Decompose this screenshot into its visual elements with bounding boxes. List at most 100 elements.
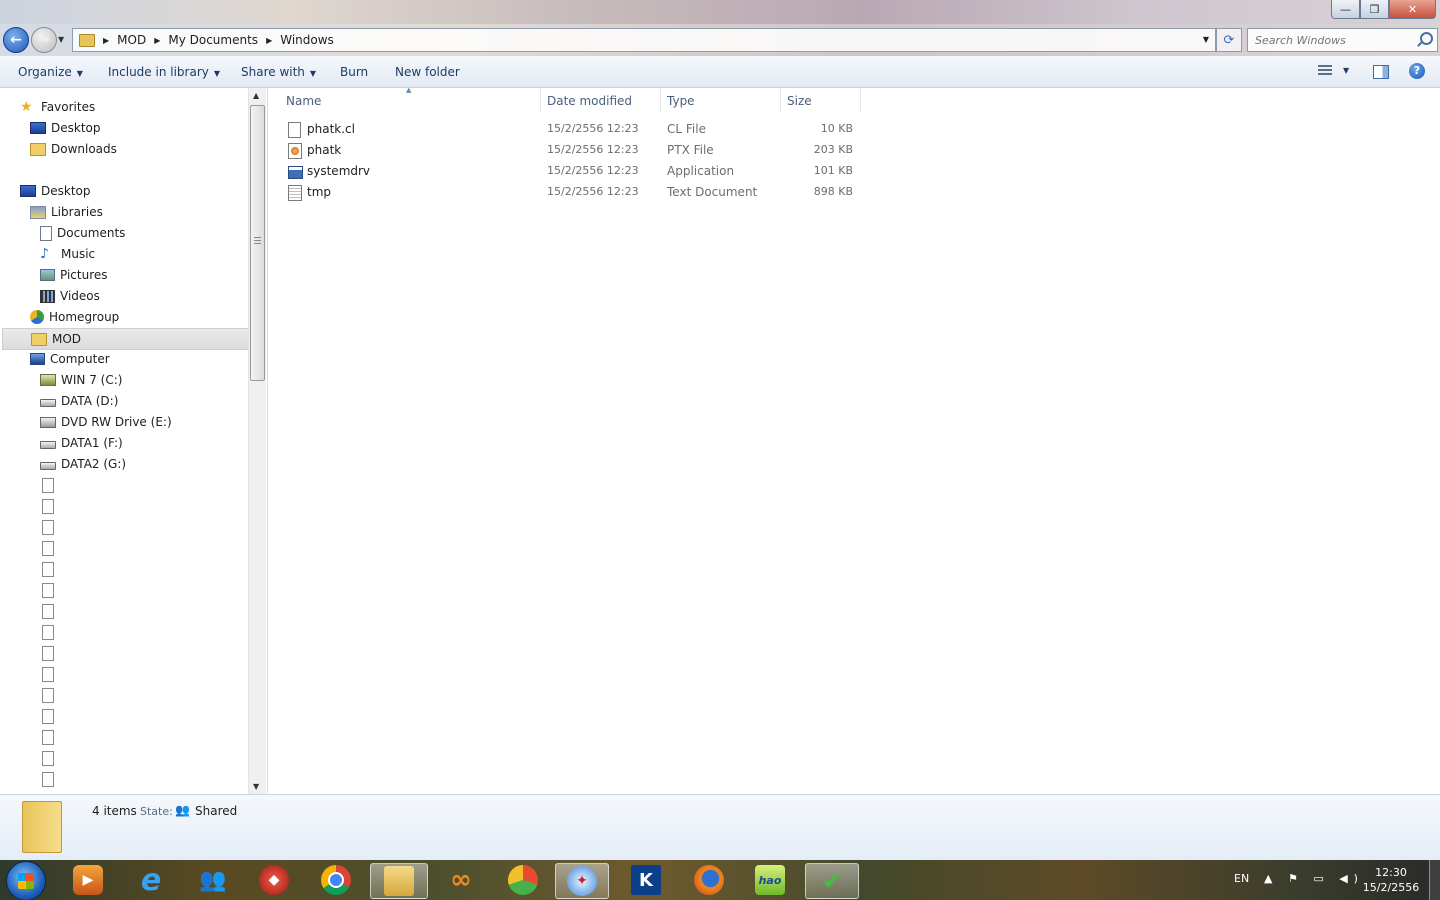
share-with-button[interactable]: Share with ▼: [241, 65, 316, 79]
maximize-button[interactable]: ❐: [1360, 0, 1389, 19]
file-row[interactable]: phatk.cl 15/2/2556 12:23 CL File 10 KB: [268, 119, 868, 140]
clock[interactable]: 12:30 15/2/2556: [1360, 865, 1422, 895]
view-options-dropdown[interactable]: ▼: [1343, 66, 1349, 75]
file-row[interactable]: phatk 15/2/2556 12:23 PTX File 203 KB: [268, 140, 868, 161]
file-size: 898 KB: [813, 185, 853, 198]
column-type[interactable]: Type: [667, 94, 695, 108]
nav-homegroup[interactable]: Homegroup: [30, 307, 119, 327]
taskbar-app-safari[interactable]: ✦: [555, 863, 609, 899]
blank-file-icon[interactable]: [42, 499, 54, 514]
column-name[interactable]: Name: [286, 94, 321, 108]
file-date: 15/2/2556 12:23: [547, 164, 639, 177]
start-button[interactable]: [6, 861, 46, 900]
column-divider[interactable]: [540, 88, 541, 112]
column-divider[interactable]: [660, 88, 661, 112]
taskbar-app-explorer[interactable]: [370, 863, 428, 899]
nav-desktop[interactable]: Desktop: [20, 181, 91, 201]
minimize-button[interactable]: —: [1331, 0, 1360, 19]
nav-downloads[interactable]: Downloads: [30, 139, 117, 159]
scroll-up-icon[interactable]: ▲: [253, 91, 259, 100]
breadcrumb-separator[interactable]: ▶: [154, 36, 160, 45]
blank-file-icon[interactable]: [42, 688, 54, 703]
language-indicator[interactable]: EN: [1234, 872, 1249, 885]
search-input[interactable]: [1248, 29, 1417, 51]
blank-file-icon[interactable]: [42, 667, 54, 682]
file-row[interactable]: systemdrv 15/2/2556 12:23 Application 10…: [268, 161, 868, 182]
taskbar-app-firefox[interactable]: [683, 863, 735, 897]
taskbar-app-checkmark[interactable]: ✔: [805, 863, 859, 899]
nav-drive-c[interactable]: WIN 7 (C:): [40, 370, 122, 390]
blank-file-icon[interactable]: [42, 604, 54, 619]
taskbar-app-green-ring[interactable]: [497, 863, 549, 897]
taskbar-app-orange[interactable]: ∞: [435, 863, 487, 897]
recent-pages-dropdown[interactable]: ▼: [58, 35, 64, 44]
file-row[interactable]: tmp 15/2/2556 12:23 Text Document 898 KB: [268, 182, 868, 203]
taskbar-app-red[interactable]: ◆: [248, 863, 300, 897]
show-desktop-button[interactable]: [1429, 860, 1440, 900]
taskbar-app-chrome[interactable]: [310, 863, 362, 897]
breadcrumb-separator[interactable]: ▶: [266, 36, 272, 45]
blank-file-icon[interactable]: [42, 478, 54, 493]
nav-documents[interactable]: Documents: [40, 223, 125, 243]
column-divider[interactable]: [780, 88, 781, 112]
homegroup-icon: [30, 310, 44, 324]
blank-file-icon[interactable]: [42, 772, 54, 787]
column-divider[interactable]: [860, 88, 861, 112]
preview-pane-icon[interactable]: [1373, 65, 1389, 79]
blank-file-icon[interactable]: [42, 583, 54, 598]
nav-drive-d[interactable]: DATA (D:): [40, 391, 118, 411]
taskbar-app-media-player[interactable]: ▶: [62, 863, 114, 897]
address-bar[interactable]: ▶ MOD ▶ My Documents ▶ Windows ▼: [72, 28, 1216, 52]
nav-drive-e[interactable]: DVD RW Drive (E:): [40, 412, 172, 432]
burn-button[interactable]: Burn: [340, 65, 368, 79]
scroll-down-icon[interactable]: ▼: [253, 782, 259, 791]
blank-file-icon[interactable]: [42, 646, 54, 661]
search-box[interactable]: [1247, 28, 1438, 52]
breadcrumb-windows[interactable]: Windows: [280, 33, 334, 47]
nav-videos[interactable]: Videos: [40, 286, 100, 306]
organize-button[interactable]: Organize ▼: [18, 65, 83, 79]
nav-libraries[interactable]: Libraries: [30, 202, 103, 222]
hard-drive-icon: [40, 399, 56, 407]
blank-file-icon[interactable]: [42, 730, 54, 745]
blank-file-icon[interactable]: [42, 751, 54, 766]
close-button[interactable]: ✕: [1389, 0, 1436, 19]
column-size[interactable]: Size: [787, 94, 812, 108]
nav-scrollbar[interactable]: ▲ ▼: [248, 88, 266, 794]
breadcrumb-my-documents[interactable]: My Documents: [168, 33, 258, 47]
nav-computer[interactable]: Computer: [30, 349, 110, 369]
nav-label: Libraries: [51, 205, 103, 219]
nav-label: Downloads: [51, 142, 117, 156]
blank-file-icon[interactable]: [42, 541, 54, 556]
nav-favorites-desktop[interactable]: Desktop: [30, 118, 101, 138]
breadcrumb-mod[interactable]: MOD: [117, 33, 146, 47]
nav-favorites[interactable]: ★ Favorites: [20, 97, 95, 117]
blank-file-icon[interactable]: [42, 520, 54, 535]
taskbar-app-k[interactable]: K: [620, 863, 672, 897]
blank-file-icon[interactable]: [42, 709, 54, 724]
taskbar-app-messenger[interactable]: 👥: [187, 863, 239, 897]
nav-drive-g[interactable]: DATA2 (G:): [40, 454, 126, 474]
column-date-modified[interactable]: Date modified: [547, 94, 632, 108]
blank-file-icon[interactable]: [42, 562, 54, 577]
change-view-icon[interactable]: [1318, 63, 1334, 79]
scroll-thumb[interactable]: [250, 105, 265, 381]
nav-pictures[interactable]: Pictures: [40, 265, 108, 285]
taskbar-app-hao123[interactable]: hao: [744, 863, 796, 897]
back-button[interactable]: ←: [3, 27, 29, 53]
address-dropdown-icon[interactable]: ▼: [1203, 35, 1209, 44]
new-folder-button[interactable]: New folder: [395, 65, 460, 79]
nav-music[interactable]: ♪ Music: [40, 244, 95, 264]
search-icon[interactable]: [1420, 32, 1433, 45]
refresh-button[interactable]: ⟳: [1216, 28, 1242, 52]
chevron-down-icon: ▼: [213, 69, 221, 78]
blank-file-icon[interactable]: [42, 625, 54, 640]
breadcrumb-separator[interactable]: ▶: [103, 36, 109, 45]
forward-button[interactable]: →: [31, 27, 57, 53]
nav-mod[interactable]: MOD: [2, 328, 248, 350]
nav-drive-f[interactable]: DATA1 (F:): [40, 433, 123, 453]
taskbar-app-ie[interactable]: e: [125, 863, 177, 898]
help-icon[interactable]: ?: [1409, 63, 1425, 79]
include-in-library-button[interactable]: Include in library ▼: [108, 65, 220, 79]
system-tray-icons[interactable]: ▲ ⚑ ▭ ◀): [1264, 872, 1364, 885]
